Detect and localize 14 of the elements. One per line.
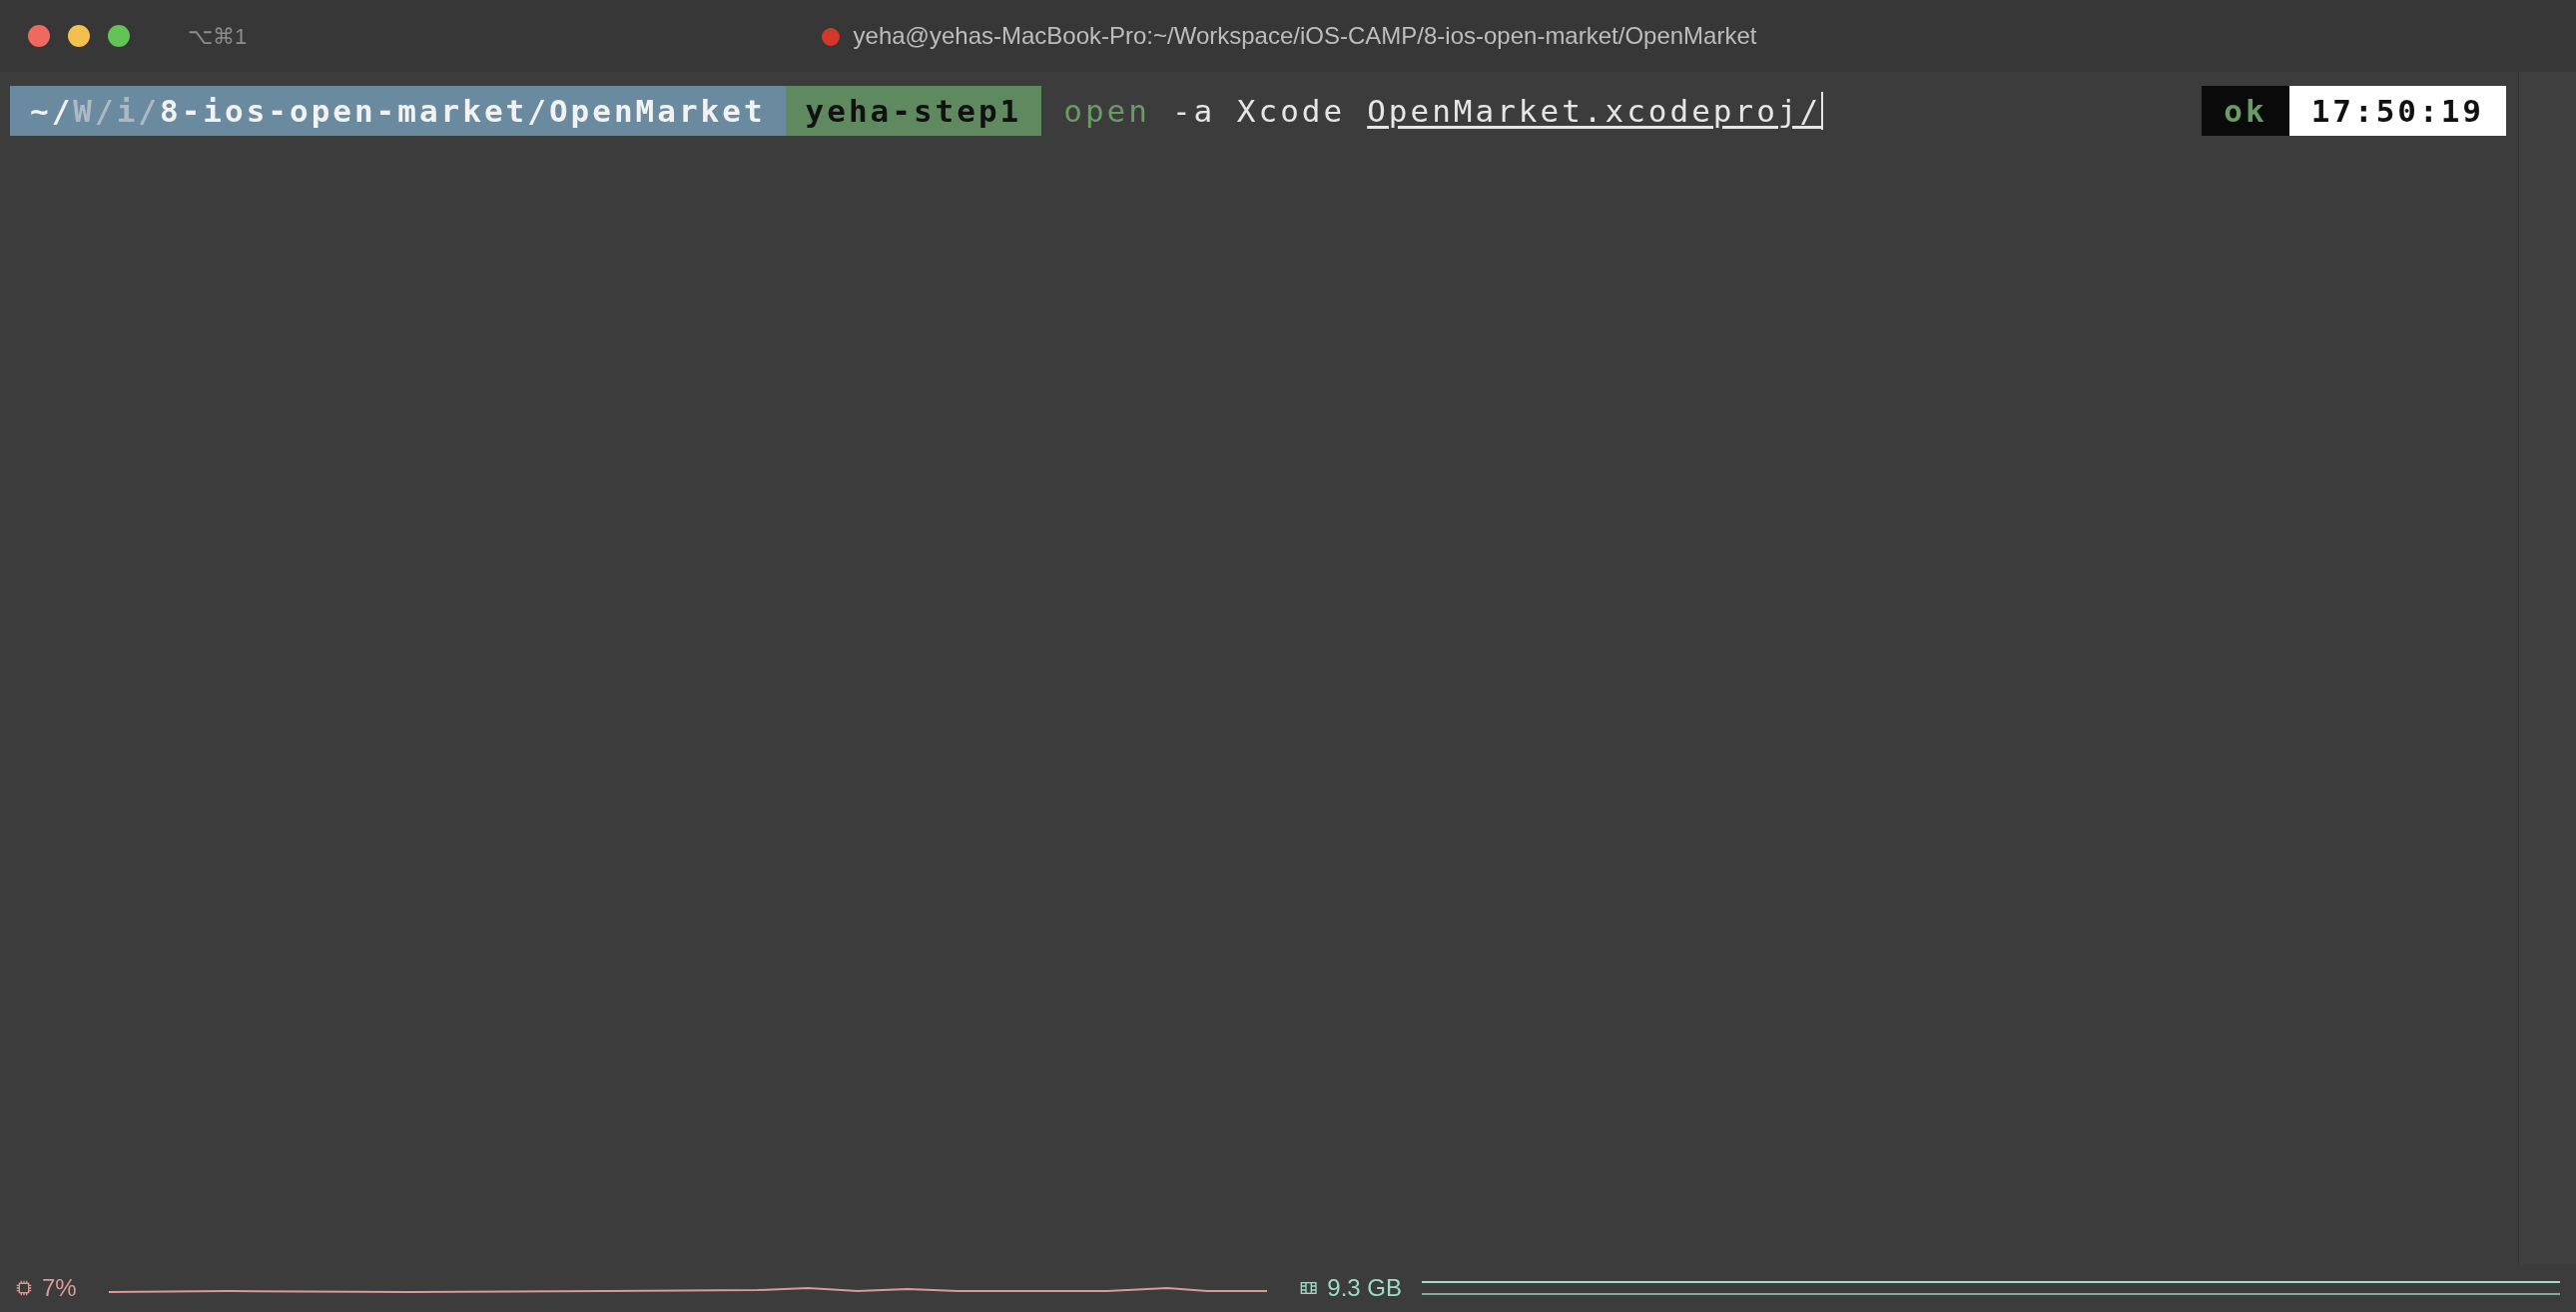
exit-status: ok <box>2202 86 2289 136</box>
close-button[interactable] <box>28 25 50 47</box>
command-line[interactable]: open -a Xcode OpenMarket.xcodeproj/ <box>1063 87 1824 135</box>
minimize-button[interactable] <box>68 25 90 47</box>
memory-usage: 9.3 GB <box>1327 1273 1402 1303</box>
path-segment: ~/W/i/8-ios-open-market/OpenMarket <box>10 86 786 136</box>
shortcut-label: ⌥⌘1 <box>188 22 248 51</box>
clock-segment: 17:50:19 <box>2288 86 2506 136</box>
window-title: yeha@yehas-MacBook-Pro:~/Workspace/iOS-CAMP/8-ios-open-market/OpenMarket <box>853 21 1757 51</box>
text-cursor <box>1821 92 1824 130</box>
branch-segment: yeha-step1 <box>785 86 1042 136</box>
tomato-icon <box>819 25 842 47</box>
zoom-button[interactable] <box>108 25 130 47</box>
cpu-usage: 7% <box>41 1273 77 1303</box>
